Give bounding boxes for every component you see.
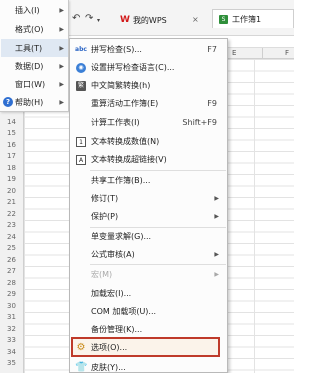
menu-item-label: 宏(M): [91, 270, 113, 279]
row-number[interactable]: 35: [0, 358, 23, 370]
row-number[interactable]: 20: [0, 186, 23, 198]
chevron-right-icon: ▶: [214, 195, 219, 202]
row-number[interactable]: 31: [0, 312, 23, 324]
menu-item-recalc-workbook[interactable]: 重算活动工作簿(E) F9: [70, 93, 227, 114]
menu-item-options[interactable]: ⚙ 选项(O)...: [70, 337, 227, 358]
tab-workbook-label: 工作簿1: [232, 14, 262, 24]
menu-item-shortcut: F9: [207, 99, 217, 108]
row-number[interactable]: 23: [0, 220, 23, 232]
menu-item-label: COM 加载项(U)...: [91, 307, 157, 316]
menu-item-label: 备份管理(K)...: [91, 325, 143, 334]
title-toolbar: ↶ ↷ ▾ W 我的WPS × S 工作簿1: [66, 0, 294, 36]
undo-icon[interactable]: ↶: [72, 14, 80, 24]
globe-icon: ◉: [76, 62, 86, 73]
menu-item-label: 计算工作表(I): [91, 118, 140, 127]
row-number[interactable]: 32: [0, 324, 23, 336]
wps-logo-icon: W: [120, 15, 130, 25]
menu-insert-label: 插入(I): [15, 5, 40, 15]
menu-item-label: 皮肤(Y)...: [91, 363, 126, 372]
menu-format-label: 格式(O): [15, 24, 44, 34]
menu-item-macro[interactable]: 宏(M) ▶: [70, 264, 227, 285]
row-number[interactable]: 27: [0, 266, 23, 278]
menu-tools-label: 工具(T): [15, 43, 43, 53]
chevron-right-icon: ▶: [59, 62, 64, 70]
row-number[interactable]: 28: [0, 278, 23, 290]
column-divider[interactable]: [262, 48, 263, 59]
tab-workbook[interactable]: S 工作簿1: [212, 9, 294, 28]
row-number[interactable]: 16: [0, 140, 23, 152]
menu-item-label: 拼写检查(S)...: [91, 45, 142, 54]
row-number[interactable]: 30: [0, 301, 23, 313]
row-number[interactable]: 26: [0, 255, 23, 267]
row-number[interactable]: 17: [0, 151, 23, 163]
menu-window-label: 窗口(W): [15, 79, 46, 89]
menu-item-label: 选项(O)...: [91, 343, 128, 352]
menu-data[interactable]: 数据(D) ▶: [1, 57, 68, 75]
row-number[interactable]: 29: [0, 289, 23, 301]
menu-format[interactable]: 格式(O) ▶: [1, 20, 68, 38]
menu-help[interactable]: ? 帮助(H) ▶: [1, 93, 68, 111]
menu-item-shortcut: Shift+F9: [182, 118, 217, 127]
menu-insert[interactable]: 插入(I) ▶: [1, 1, 68, 19]
menu-help-label: 帮助(H): [15, 97, 44, 107]
menu-data-label: 数据(D): [15, 61, 44, 71]
menu-item-label: 保护(P): [91, 212, 119, 221]
chinese-convert-icon: 繁: [76, 80, 86, 91]
menu-item-label: 文本转换成超链接(V): [91, 155, 167, 164]
menu-item-label: 修订(T): [91, 194, 119, 203]
redo-icon[interactable]: ↷: [85, 14, 93, 24]
menu-item-label: 加载宏(I)...: [91, 289, 132, 298]
row-number[interactable]: 14: [0, 117, 23, 129]
menu-item-label: 单变量求解(G)...: [91, 232, 152, 241]
menu-window[interactable]: 窗口(W) ▶: [1, 75, 68, 93]
text-to-link-icon: A: [76, 154, 86, 165]
chevron-right-icon: ▶: [214, 271, 219, 278]
menu-item-label: 设置拼写检查语言(C)...: [91, 63, 175, 72]
column-label[interactable]: F: [285, 48, 289, 59]
menu-item-label: 中文简繁转换(h): [91, 81, 151, 90]
chevron-right-icon: ▶: [59, 25, 64, 33]
menu-item-text-to-link[interactable]: A 文本转换成超链接(V): [70, 149, 227, 170]
chevron-right-icon: ▶: [59, 6, 64, 14]
menu-tools[interactable]: 工具(T) ▶: [1, 39, 68, 57]
row-number[interactable]: 18: [0, 163, 23, 175]
row-number[interactable]: 33: [0, 335, 23, 347]
row-number[interactable]: 24: [0, 232, 23, 244]
chevron-right-icon: ▶: [59, 80, 64, 88]
chevron-right-icon: ▶: [59, 98, 64, 106]
gear-icon: ⚙: [76, 341, 86, 353]
tab-my-wps-label: 我的WPS: [132, 15, 167, 25]
row-number[interactable]: 19: [0, 174, 23, 186]
menu-item-formula-audit[interactable]: 公式审核(A) ▶: [70, 244, 227, 265]
row-number[interactable]: 25: [0, 243, 23, 255]
chevron-right-icon: ▶: [214, 213, 219, 220]
menu-item-skin[interactable]: 👕 皮肤(Y)...: [70, 357, 227, 373]
menu-item-calc-sheet[interactable]: 计算工作表(I) Shift+F9: [70, 112, 227, 133]
shirt-icon: 👕: [75, 361, 88, 373]
menu-item-label: 文本转换成数值(N): [91, 137, 160, 146]
menu-item-protect[interactable]: 保护(P) ▶: [70, 206, 227, 227]
menu-item-shortcut: F7: [207, 45, 217, 54]
spreadsheet-icon: S: [219, 14, 228, 24]
text-to-number-icon: 1: [76, 136, 86, 147]
close-tab-icon[interactable]: ×: [192, 15, 199, 24]
menu-item-label: 重算活动工作簿(E): [91, 99, 159, 108]
column-label[interactable]: E: [232, 48, 236, 59]
help-icon: ?: [3, 97, 13, 107]
row-number[interactable]: 15: [0, 128, 23, 140]
menu-item-label: 公式审核(A): [91, 250, 135, 259]
tab-my-wps[interactable]: W 我的WPS: [120, 13, 167, 27]
menu-item-label: 共享工作簿(B)...: [91, 176, 151, 185]
spell-check-icon: abc: [75, 45, 87, 53]
redo-dropdown-icon[interactable]: ▾: [97, 16, 100, 26]
row-number[interactable]: 22: [0, 209, 23, 221]
chevron-right-icon: ▶: [214, 251, 219, 258]
chevron-right-icon: ▶: [59, 44, 64, 52]
row-number[interactable]: 21: [0, 197, 23, 209]
row-number[interactable]: 34: [0, 347, 23, 359]
main-menu: 插入(I) ▶ 格式(O) ▶ 工具(T) ▶ 数据(D) ▶ 窗口(W) ▶ …: [0, 0, 69, 112]
